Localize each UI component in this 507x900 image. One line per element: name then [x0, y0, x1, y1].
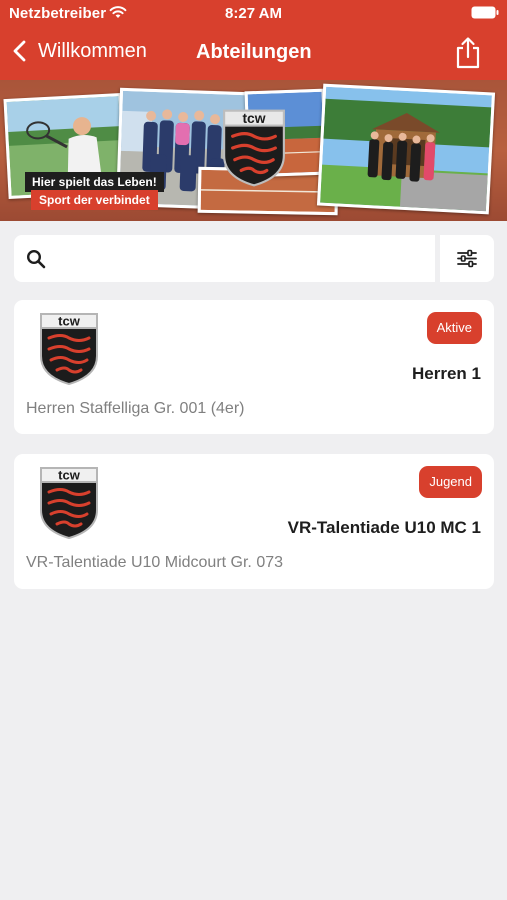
status-bar: Netzbetreiber 8:27 AM [0, 0, 507, 26]
sliders-icon [457, 249, 477, 268]
club-logo-icon: tcw [40, 313, 98, 386]
header-banner: tcw Hier spielt das Leben! Sport der ver… [0, 80, 507, 221]
search-input[interactable] [58, 243, 428, 274]
team-card[interactable]: tcw Aktive Herren 1 Herren Staffelliga G… [14, 300, 494, 434]
category-badge: Jugend [419, 466, 482, 498]
team-name: VR-Talentiade U10 MC 1 [287, 518, 481, 537]
team-card[interactable]: tcw Jugend VR-Talentiade U10 MC 1 VR-Tal… [14, 454, 494, 589]
clock: 8:27 AM [225, 5, 282, 22]
top-bar: Netzbetreiber 8:27 AM Willkommen Abteilu… [0, 0, 507, 80]
battery-icon [471, 6, 499, 19]
league-name: VR-Talentiade U10 Midcourt Gr. 073 [26, 554, 284, 571]
logo-text: tcw [58, 314, 81, 329]
back-button[interactable]: Willkommen [10, 36, 147, 66]
back-label: Willkommen [38, 39, 147, 62]
club-crest-icon: tcw [223, 109, 285, 187]
team-name: Herren 1 [412, 364, 481, 383]
category-badge: Aktive [426, 312, 482, 344]
banner-slogan-primary: Hier spielt das Leben! [25, 172, 164, 192]
banner-slogan-secondary: Sport der verbindet [31, 190, 158, 210]
search-bar [14, 235, 435, 282]
search-icon [26, 249, 46, 269]
photo-clubhouse-team [316, 83, 496, 215]
filter-button[interactable] [440, 235, 494, 282]
share-icon[interactable] [454, 36, 482, 70]
logo-text: tcw [58, 468, 81, 483]
navigation-bar: Willkommen Abteilungen [0, 30, 507, 76]
crest-logo-text: tcw [242, 110, 265, 126]
club-logo-icon: tcw [40, 467, 98, 540]
league-name: Herren Staffelliga Gr. 001 (4er) [26, 400, 245, 417]
page-title: Abteilungen [196, 41, 312, 63]
chevron-left-icon [13, 40, 26, 62]
